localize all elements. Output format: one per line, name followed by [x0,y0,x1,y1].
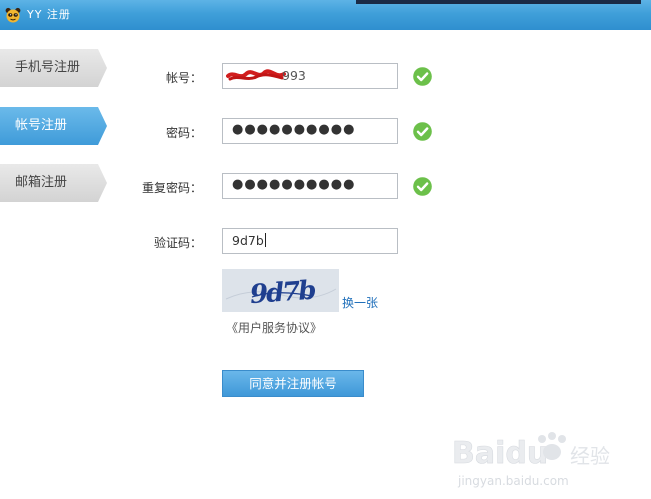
text-cursor [264,233,266,247]
captcha-graphic: 9d7b [225,276,337,310]
captcha-input[interactable]: 9d7b [222,228,398,254]
captcha-image[interactable]: 9d7b [222,269,339,312]
watermark-brand: Baidu [452,436,548,471]
account-label: 帐号： [165,71,202,85]
baidu-watermark: Baidu 经验 jingyan.baidu.com [452,432,610,488]
redaction-scribble [226,69,286,81]
confirm-password-input[interactable]: ●●●●●●●●●● [222,173,398,199]
watermark-label: 经验 [570,444,610,468]
captcha-value: 9d7b [232,233,264,248]
background-window-strip [356,0,641,4]
check-circle-icon [413,177,432,196]
window-title: YY 注册 [27,8,71,21]
tab-email-register-label: 邮箱注册 [15,175,68,190]
agree-and-register-button[interactable]: 同意并注册帐号 [222,370,364,397]
title-bar: YY 注册 [0,0,651,30]
refresh-captcha-link[interactable]: 换一张 [342,295,378,311]
watermark-url: jingyan.baidu.com [457,474,569,488]
password-label: 密码： [165,126,202,140]
check-circle-icon [413,122,432,141]
password-value: ●●●●●●●●●● [232,122,356,137]
tab-email-register[interactable]: 邮箱注册 [0,164,108,202]
confirm-password-value: ●●●●●●●●●● [232,177,356,192]
tab-phone-register[interactable]: 手机号注册 [0,49,108,87]
check-circle-icon [413,67,432,86]
user-agreement-link[interactable]: 《用户服务协议》 [226,320,322,336]
account-input[interactable]: 993 [222,63,398,89]
account-value: 993 [282,68,306,83]
confirm-password-label: 重复密码： [141,181,202,195]
tab-account-register-label: 帐号注册 [15,118,68,133]
tab-account-register[interactable]: 帐号注册 [0,107,108,145]
password-input[interactable]: ●●●●●●●●●● [222,118,398,144]
tab-phone-register-label: 手机号注册 [15,60,81,75]
captcha-label: 验证码： [153,236,202,250]
bear-face-icon [5,7,21,23]
